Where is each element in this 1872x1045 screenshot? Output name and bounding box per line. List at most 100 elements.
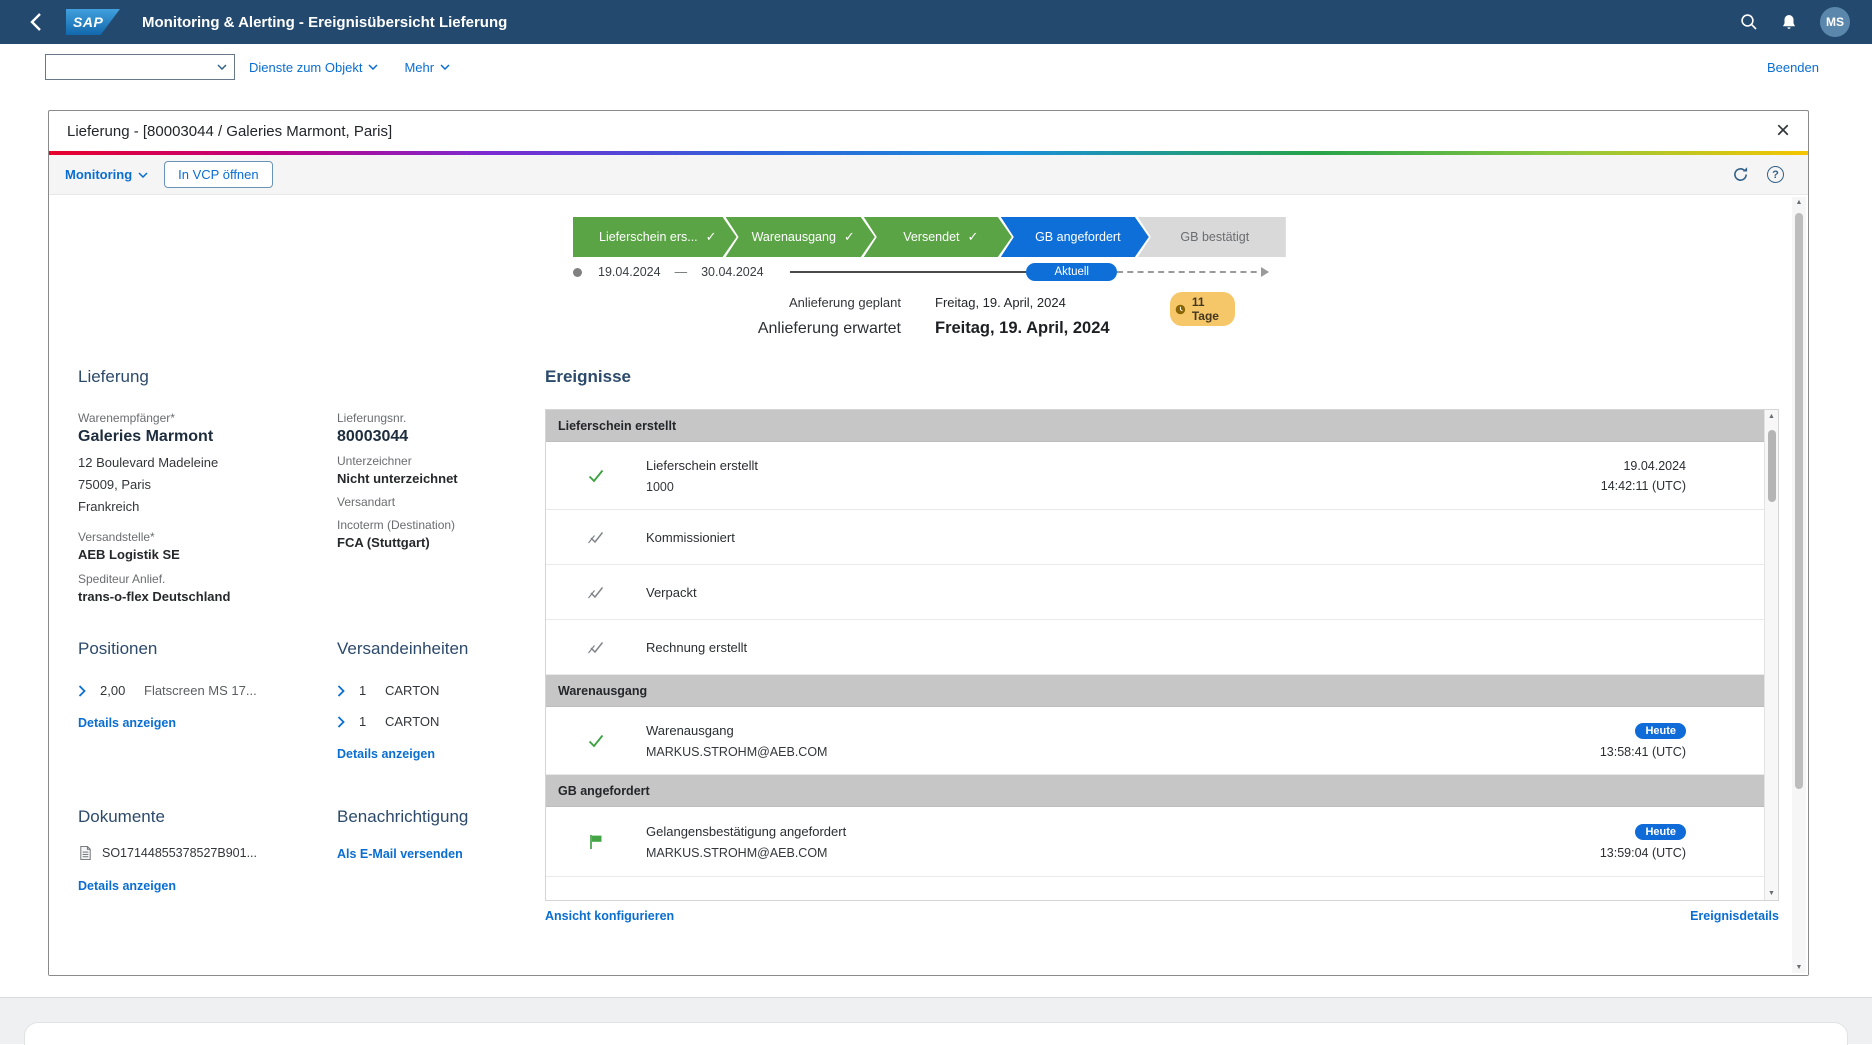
timeline-dot-icon (573, 268, 582, 277)
monitoring-menu[interactable]: Monitoring (65, 167, 148, 182)
beenden-button[interactable]: Beenden (1767, 60, 1819, 75)
panel-content: Lieferschein ers... ✓ Warenausgang ✓ Ver… (49, 195, 1808, 975)
versandeinheiten-details-link[interactable]: Details anzeigen (337, 747, 435, 761)
spediteur-value: trans-o-flex Deutschland (78, 589, 337, 604)
document-item[interactable]: SO17144855378527B901... (78, 845, 338, 861)
position-item[interactable]: 2,00 Flatscreen MS 17... (78, 683, 328, 698)
unterzeichner-label: Unterzeichner (337, 454, 548, 468)
progress-step-warenausgang[interactable]: Warenausgang ✓ (726, 217, 875, 257)
chevron-down-icon (138, 172, 148, 178)
progress-timeline: 19.04.2024 — 30.04.2024 Aktuell (573, 263, 1267, 281)
versandeinheit-qty: 1 (359, 714, 385, 729)
sap-logo: SAP (66, 9, 120, 35)
back-button[interactable] (22, 8, 50, 36)
ereignisse-heading: Ereignisse (545, 367, 631, 387)
unterzeichner-value: Nicht unterzeichnet (337, 471, 548, 486)
notifications-bell-icon[interactable] (1780, 13, 1798, 32)
event-row[interactable]: Warenausgang MARKUS.STROHM@AEB.COM Heute… (546, 707, 1764, 775)
versandstelle-label: Versandstelle* (78, 530, 337, 544)
help-icon[interactable]: ? (1767, 166, 1784, 183)
progress-step-gb-bestaetigt[interactable]: GB bestätigt (1138, 217, 1286, 257)
event-title: Lieferschein erstellt (646, 458, 1601, 473)
dokumente-heading: Dokumente (78, 807, 338, 827)
content-scrollbar-thumb[interactable] (1795, 213, 1803, 789)
panel-title: Lieferung - [80003044 / Galeries Marmont… (67, 123, 392, 140)
monitoring-label: Monitoring (65, 167, 132, 182)
scroll-up-icon[interactable]: ▲ (1792, 199, 1806, 206)
heute-badge: Heute (1635, 723, 1686, 739)
anlieferung-erwartet-label: Anlieferung erwartet (611, 320, 901, 338)
progress-step-lieferschein-erstellt[interactable]: Lieferschein ers... ✓ (573, 217, 737, 257)
mehr-menu[interactable]: Mehr (404, 60, 450, 75)
check-icon: ✓ (968, 229, 979, 245)
positionen-heading: Positionen (78, 639, 328, 659)
avatar[interactable]: MS (1820, 7, 1850, 37)
ansicht-konfigurieren-link[interactable]: Ansicht konfigurieren (545, 909, 674, 923)
pending-check-icon (546, 583, 646, 601)
in-vcp-oeffnen-button[interactable]: In VCP öffnen (164, 161, 272, 188)
flag-icon (546, 833, 646, 851)
event-row[interactable]: Rechnung erstellt (546, 620, 1764, 675)
avatar-initials: MS (1826, 15, 1844, 29)
lieferung-panel: Lieferung - [80003044 / Galeries Marmont… (48, 110, 1809, 976)
shell-bar: SAP Monitoring & Alerting - Ereignisüber… (0, 0, 1872, 44)
ereignisdetails-link[interactable]: Ereignisdetails (1690, 909, 1779, 923)
chevron-left-icon (29, 12, 43, 32)
scroll-down-icon[interactable]: ▼ (1765, 890, 1778, 897)
chevron-down-icon (368, 64, 378, 70)
incoterm-value: FCA (Stuttgart) (337, 535, 548, 550)
versandstelle-value: AEB Logistik SE (78, 547, 337, 562)
address-line: 12 Boulevard Madeleine (78, 452, 337, 474)
object-combobox[interactable] (45, 54, 235, 80)
dienste-zum-objekt-menu[interactable]: Dienste zum Objekt (249, 60, 378, 75)
event-title: Warenausgang (646, 723, 1600, 738)
section-dokumente: Dokumente SO17144855378527B901... Detail… (78, 807, 338, 895)
scroll-up-icon[interactable]: ▲ (1765, 413, 1778, 420)
anlieferung-geplant-value: Freitag, 19. April, 2024 (935, 295, 1066, 310)
events-scrollbar-thumb[interactable] (1768, 430, 1776, 502)
versandeinheit-item[interactable]: 1 CARTON (337, 683, 537, 698)
timeline-start-date: 19.04.2024 (598, 265, 661, 279)
tage-badge-label: 11 Tage (1192, 295, 1223, 323)
close-icon[interactable]: × (1776, 119, 1790, 143)
chevron-right-icon (337, 685, 345, 697)
success-check-icon (546, 467, 646, 485)
chevron-down-icon[interactable] (210, 55, 234, 79)
versandeinheit-text: CARTON (385, 714, 439, 729)
progress-steps: Lieferschein ers... ✓ Warenausgang ✓ Ver… (573, 217, 1286, 257)
content-scrollbar[interactable]: ▲ ▼ (1792, 197, 1806, 973)
scroll-down-icon[interactable]: ▼ (1792, 964, 1806, 971)
panel-subtoolbar-actions: ? (1732, 166, 1792, 183)
events-footer: Ansicht konfigurieren Ereignisdetails (545, 909, 1779, 923)
progress-step-versendet[interactable]: Versendet ✓ (864, 217, 1012, 257)
event-row[interactable]: Verpackt (546, 565, 1764, 620)
panel-header: Lieferung - [80003044 / Galeries Marmont… (49, 111, 1808, 151)
lieferungsnr-label: Lieferungsnr. (337, 411, 548, 425)
events-scrollbar[interactable]: ▲ ▼ (1764, 410, 1778, 900)
address-line: Frankreich (78, 496, 337, 518)
position-qty: 2,00 (100, 683, 144, 698)
chevron-right-icon (337, 716, 345, 728)
event-row[interactable]: Gelangensbestätigung angefordert MARKUS.… (546, 807, 1764, 877)
search-icon[interactable] (1740, 13, 1758, 31)
event-subtitle: 1000 (646, 480, 1601, 494)
event-group-header: Warenausgang (546, 675, 1764, 707)
als-email-versenden-link[interactable]: Als E-Mail versenden (337, 847, 463, 861)
address-line: 75009, Paris (78, 474, 337, 496)
versandeinheit-qty: 1 (359, 683, 385, 698)
success-check-icon (546, 732, 646, 750)
positionen-details-link[interactable]: Details anzeigen (78, 716, 176, 730)
event-title: Gelangensbestätigung angefordert (646, 824, 1600, 839)
event-group-header: Lieferschein erstellt (546, 410, 1764, 442)
progress-step-gb-angefordert[interactable]: GB angefordert (1001, 217, 1149, 257)
combobox-input[interactable] (46, 55, 210, 79)
dokumente-details-link[interactable]: Details anzeigen (78, 879, 176, 893)
step-label: Versendet (903, 230, 959, 244)
shell-title: Monitoring & Alerting - Ereignisübersich… (142, 14, 507, 31)
event-row[interactable]: Kommissioniert (546, 510, 1764, 565)
events-list: Lieferschein erstellt Lieferschein erste… (546, 410, 1764, 900)
event-row[interactable]: Lieferschein erstellt 1000 19.04.2024 14… (546, 442, 1764, 510)
versandeinheit-item[interactable]: 1 CARTON (337, 714, 537, 729)
refresh-icon[interactable] (1732, 166, 1749, 183)
step-label: GB angefordert (1035, 230, 1120, 244)
